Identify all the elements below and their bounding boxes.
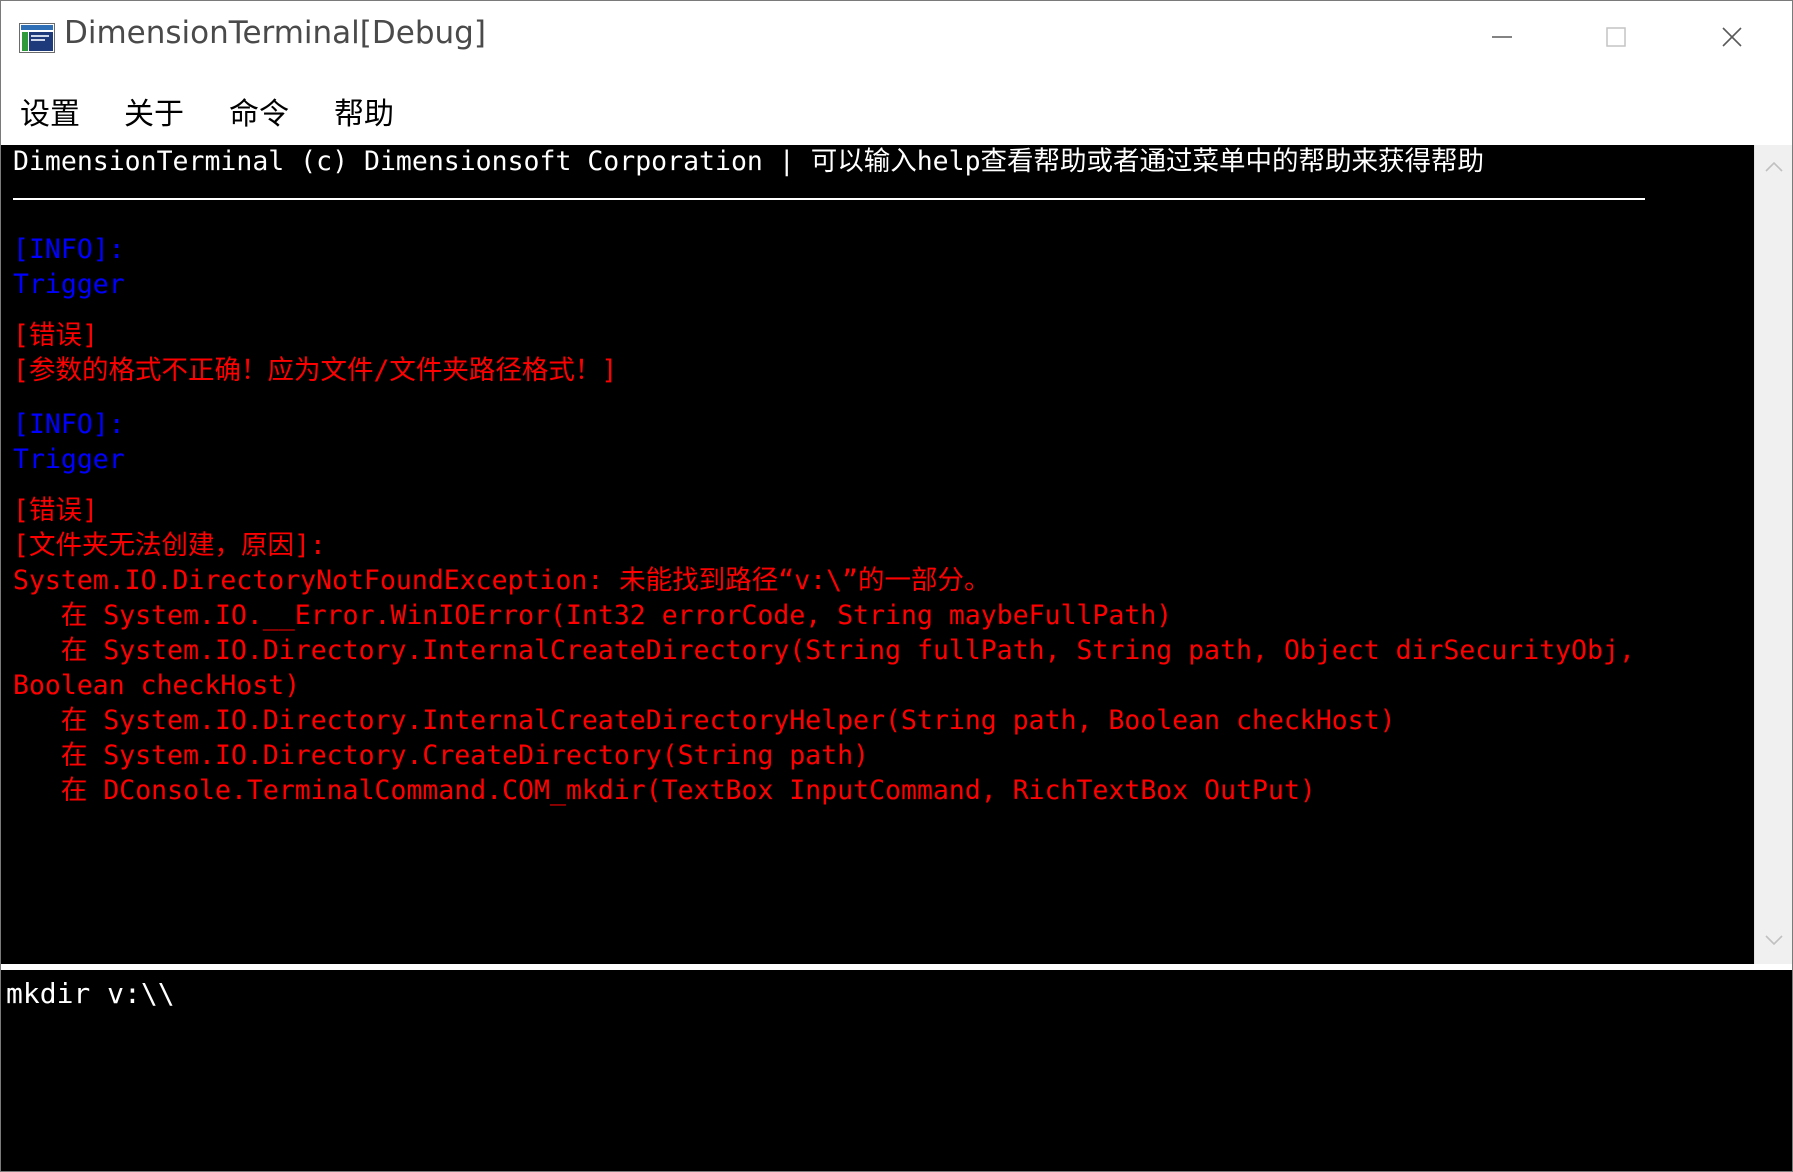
menu-settings[interactable]: 设置 — [20, 87, 80, 135]
menu-bar: 设置 关于 命令 帮助 — [1, 73, 1792, 145]
minimize-button[interactable] — [1445, 1, 1559, 73]
error-label: [错误] — [13, 320, 98, 351]
stack-trace-line: 在 System.IO.Directory.InternalCreateDire… — [13, 635, 1635, 666]
title-bar[interactable]: DimensionTerminal[Debug] — [1, 1, 1792, 73]
scroll-down-button[interactable] — [1755, 920, 1792, 964]
error-label: [错误] — [13, 495, 98, 526]
chevron-down-icon — [1764, 933, 1784, 952]
command-input[interactable]: mkdir v:\\ — [1, 970, 1791, 1171]
stack-trace-line: Boolean checkHost) — [13, 670, 301, 701]
menu-help[interactable]: 帮助 — [334, 87, 394, 135]
exception-line: System.IO.DirectoryNotFoundException: 未能… — [13, 565, 991, 596]
error-message: [参数的格式不正确！应为文件/文件夹路径格式！] — [13, 355, 618, 386]
maximize-button[interactable] — [1559, 1, 1673, 73]
command-input-area: mkdir v:\\ — [1, 970, 1792, 1171]
info-label: [INFO]: — [13, 234, 125, 265]
app-window: DimensionTerminal[Debug] 设置 关于 命令 帮助 Dim… — [0, 0, 1793, 1172]
header-separator — [13, 198, 1645, 200]
error-message: [文件夹无法创建，原因]: — [13, 530, 326, 561]
info-message: Trigger — [13, 444, 125, 475]
info-message: Trigger — [13, 269, 125, 300]
scroll-up-button[interactable] — [1755, 145, 1792, 189]
output-scrollbar[interactable] — [1754, 145, 1792, 964]
app-icon — [19, 23, 55, 53]
close-button[interactable] — [1675, 1, 1789, 73]
chevron-up-icon — [1764, 158, 1784, 177]
menu-about[interactable]: 关于 — [124, 87, 184, 135]
output-console[interactable]: DimensionTerminal (c) Dimensionsoft Corp… — [1, 145, 1754, 964]
console-header: DimensionTerminal (c) Dimensionsoft Corp… — [13, 146, 1485, 177]
maximize-icon — [1604, 25, 1628, 49]
stack-trace-line: 在 System.IO.__Error.WinIOError(Int32 err… — [13, 600, 1173, 631]
menu-command[interactable]: 命令 — [229, 87, 289, 135]
stack-trace-line: 在 System.IO.Directory.InternalCreateDire… — [13, 705, 1396, 736]
window-title: DimensionTerminal[Debug] — [64, 15, 486, 51]
stack-trace-line: 在 DConsole.TerminalCommand.COM_mkdir(Tex… — [13, 775, 1316, 806]
info-label: [INFO]: — [13, 409, 125, 440]
close-icon — [1720, 25, 1744, 49]
stack-trace-line: 在 System.IO.Directory.CreateDirectory(St… — [13, 740, 870, 771]
minimize-icon — [1490, 25, 1514, 49]
